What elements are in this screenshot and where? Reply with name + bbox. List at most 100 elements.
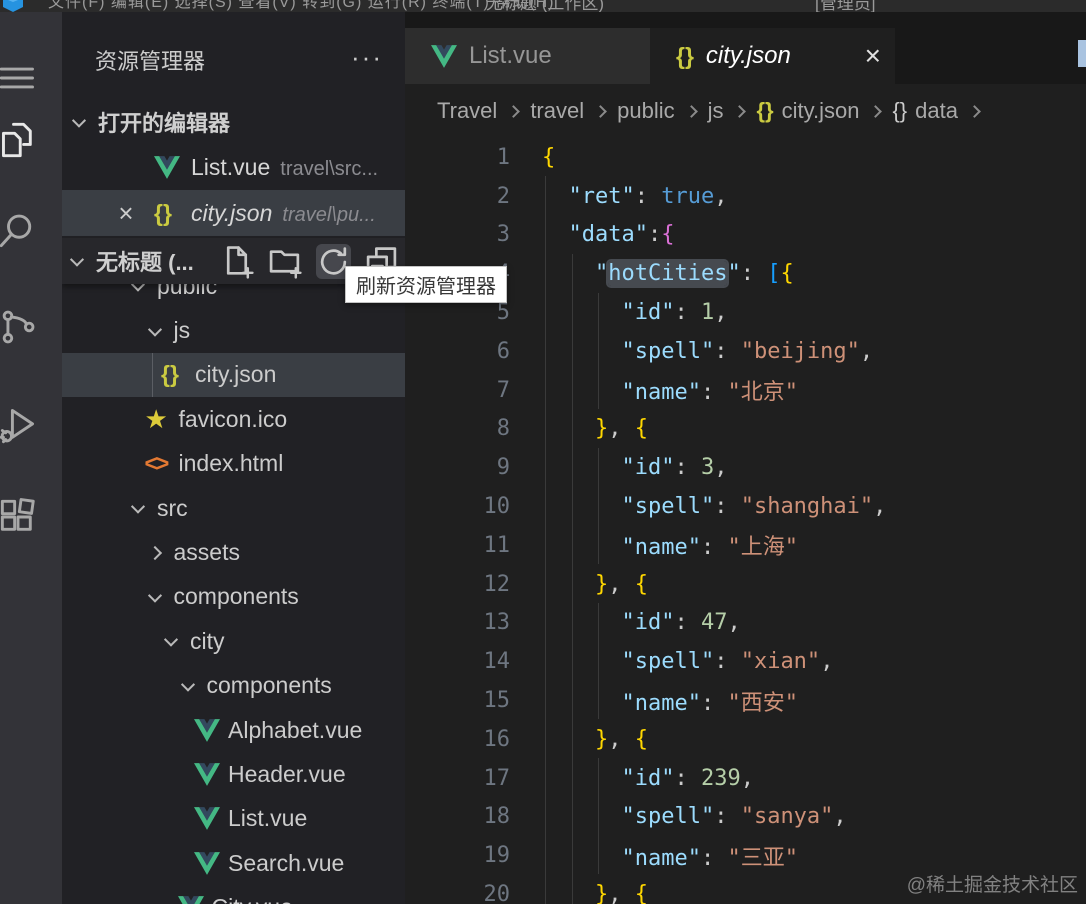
run-debug-icon[interactable] bbox=[0, 403, 40, 447]
open-editor-item-List.vue[interactable]: List.vue travel\src... bbox=[62, 144, 405, 190]
chevron-down-icon bbox=[147, 322, 162, 337]
code-line-7: 7 "name": "北京" bbox=[405, 371, 1086, 410]
watermark: @稀土掘金技术社区 bbox=[906, 875, 1078, 896]
extensions-icon[interactable] bbox=[0, 495, 40, 539]
tree-item-components[interactable]: components bbox=[62, 664, 405, 708]
tree-item-index.html[interactable]: <> index.html bbox=[62, 442, 405, 486]
json-file-icon: {} bbox=[756, 98, 774, 123]
tab-city.json[interactable]: {} city.json × bbox=[650, 28, 895, 84]
tree-item-Search.vue[interactable]: Search.vue bbox=[62, 841, 405, 885]
line-number: 17 bbox=[483, 765, 511, 791]
breadcrumb-item-city.json[interactable]: {} city.json bbox=[756, 98, 859, 124]
window-title-remnant: 无标题 (工作区) bbox=[486, 0, 605, 12]
breadcrumb-item-js[interactable]: js bbox=[708, 98, 724, 124]
explorer-sidebar: 资源管理器 ··· 打开的编辑器 List.vue travel\src... ×{… bbox=[62, 12, 405, 904]
tab-List.vue[interactable]: List.vue bbox=[405, 28, 650, 84]
file-name: List.vue travel\src... bbox=[191, 153, 379, 180]
line-number: 8 bbox=[496, 416, 510, 442]
breadcrumb-separator-icon bbox=[594, 104, 607, 118]
breadcrumb-label: travel bbox=[530, 98, 585, 123]
code-line-9: 9 "id": 3, bbox=[405, 448, 1086, 487]
line-number: 19 bbox=[483, 843, 511, 869]
tab-strip: List.vue {} city.json × bbox=[405, 28, 1086, 84]
more-actions-icon[interactable]: ··· bbox=[351, 42, 383, 73]
file-path: travel\pu... bbox=[282, 203, 376, 226]
vue-file-icon bbox=[154, 155, 188, 179]
breadcrumb: Travel travel public js {} city.json {} data bbox=[405, 84, 1086, 138]
code-line-10: 10 "spell": "shanghai", bbox=[405, 487, 1086, 526]
tree-item-label: List.vue bbox=[228, 805, 308, 832]
code-editor[interactable]: 1{2 "ret": true,3 "data":{4 "hotCities":… bbox=[405, 138, 1086, 904]
open-editors-header[interactable]: 打开的编辑器 bbox=[62, 100, 405, 144]
breadcrumb-separator-icon bbox=[968, 104, 981, 118]
refresh-tooltip: 刷新资源管理器 bbox=[345, 266, 507, 303]
chevron-down-icon bbox=[147, 588, 162, 603]
code-line-18: 18 "spell": "sanya", bbox=[405, 798, 1086, 837]
tree-item-Alphabet.vue[interactable]: Alphabet.vue bbox=[62, 708, 405, 752]
tree-item-label: assets bbox=[173, 539, 240, 566]
tree-item-label: favicon.ico bbox=[178, 405, 288, 432]
source-control-icon[interactable] bbox=[0, 305, 40, 349]
code-line-3: 3 "data":{ bbox=[405, 216, 1086, 255]
tree-item-components[interactable]: components bbox=[62, 575, 405, 619]
tree-item-Header.vue[interactable]: Header.vue bbox=[62, 752, 405, 796]
line-number: 12 bbox=[483, 571, 511, 597]
breadcrumb-label: city.json bbox=[781, 98, 860, 123]
sidebar-header: 资源管理器 ··· bbox=[62, 40, 405, 80]
tab-label: List.vue bbox=[469, 42, 552, 69]
tree-item-js[interactable]: js bbox=[62, 308, 405, 352]
code-line-15: 15 "name": "西安" bbox=[405, 681, 1086, 720]
tree-item-label: js bbox=[173, 317, 191, 344]
close-icon[interactable]: × bbox=[865, 42, 881, 70]
vscode-window: 文件(F) 编辑(E) 选择(S) 查看(V) 转到(G) 运行(R) 终端(T… bbox=[0, 0, 1086, 904]
vue-file-icon bbox=[431, 44, 457, 68]
close-icon[interactable]: × bbox=[112, 198, 140, 229]
window-badge-remnant: [管理员] bbox=[815, 0, 876, 12]
tree-item-label: city.json bbox=[195, 361, 277, 388]
new-folder-button[interactable] bbox=[268, 244, 303, 279]
app-logo-icon bbox=[2, 0, 24, 12]
line-number: 2 bbox=[496, 183, 510, 209]
line-number: 13 bbox=[483, 610, 511, 636]
tree-item-city[interactable]: city bbox=[62, 619, 405, 663]
vue-file-icon bbox=[194, 851, 228, 875]
tree-item-city.json[interactable]: {} city.json bbox=[62, 352, 405, 398]
breadcrumb-label: public bbox=[617, 98, 675, 123]
line-number: 18 bbox=[483, 804, 511, 830]
breadcrumb-item-Travel[interactable]: Travel bbox=[437, 98, 497, 124]
tree-item-City.vue[interactable]: City.vue bbox=[62, 885, 405, 904]
breadcrumb-label: js bbox=[707, 98, 724, 123]
workspace-label: 无标题 (... bbox=[96, 250, 194, 275]
html-file-icon: <> bbox=[144, 450, 170, 477]
menu-icon[interactable] bbox=[0, 56, 40, 100]
code-line-11: 11 "name": "上海" bbox=[405, 526, 1086, 565]
search-icon[interactable] bbox=[0, 208, 40, 252]
file-path: travel\src... bbox=[280, 157, 379, 180]
chevron-down-icon bbox=[180, 677, 195, 692]
line-number: 16 bbox=[483, 726, 511, 752]
explorer-icon[interactable] bbox=[0, 118, 40, 162]
new-file-button[interactable] bbox=[220, 244, 255, 279]
tree-item-src[interactable]: src bbox=[62, 486, 405, 530]
chevron-right-icon bbox=[147, 545, 162, 560]
breadcrumb-separator-icon bbox=[869, 104, 883, 118]
tree-item-assets[interactable]: assets bbox=[62, 530, 405, 574]
code-line-14: 14 "spell": "xian", bbox=[405, 642, 1086, 681]
tree-item-favicon.ico[interactable]: ★ favicon.ico bbox=[62, 397, 405, 441]
chevron-down-icon bbox=[69, 252, 85, 267]
tree-item-label: index.html bbox=[178, 450, 284, 477]
breadcrumb-separator-icon bbox=[507, 104, 521, 118]
breadcrumb-item-public[interactable]: public bbox=[617, 98, 674, 124]
tree-item-List.vue[interactable]: List.vue bbox=[62, 797, 405, 841]
editor-area: List.vue {} city.json × Travel travel public j… bbox=[405, 12, 1086, 904]
tree-item-label: components bbox=[206, 672, 332, 699]
tree-item-label: City.vue bbox=[212, 894, 293, 904]
breadcrumb-item-data[interactable]: {} data bbox=[892, 98, 958, 124]
open-editor-item-city.json[interactable]: × {} city.json travel\pu... bbox=[62, 190, 405, 236]
line-number: 10 bbox=[483, 494, 511, 520]
vue-file-icon bbox=[194, 718, 228, 742]
breadcrumb-item-travel[interactable]: travel bbox=[530, 98, 584, 124]
line-number: 14 bbox=[483, 649, 511, 675]
tree-item-label: Search.vue bbox=[228, 849, 345, 876]
breadcrumb-separator-icon bbox=[733, 104, 747, 118]
